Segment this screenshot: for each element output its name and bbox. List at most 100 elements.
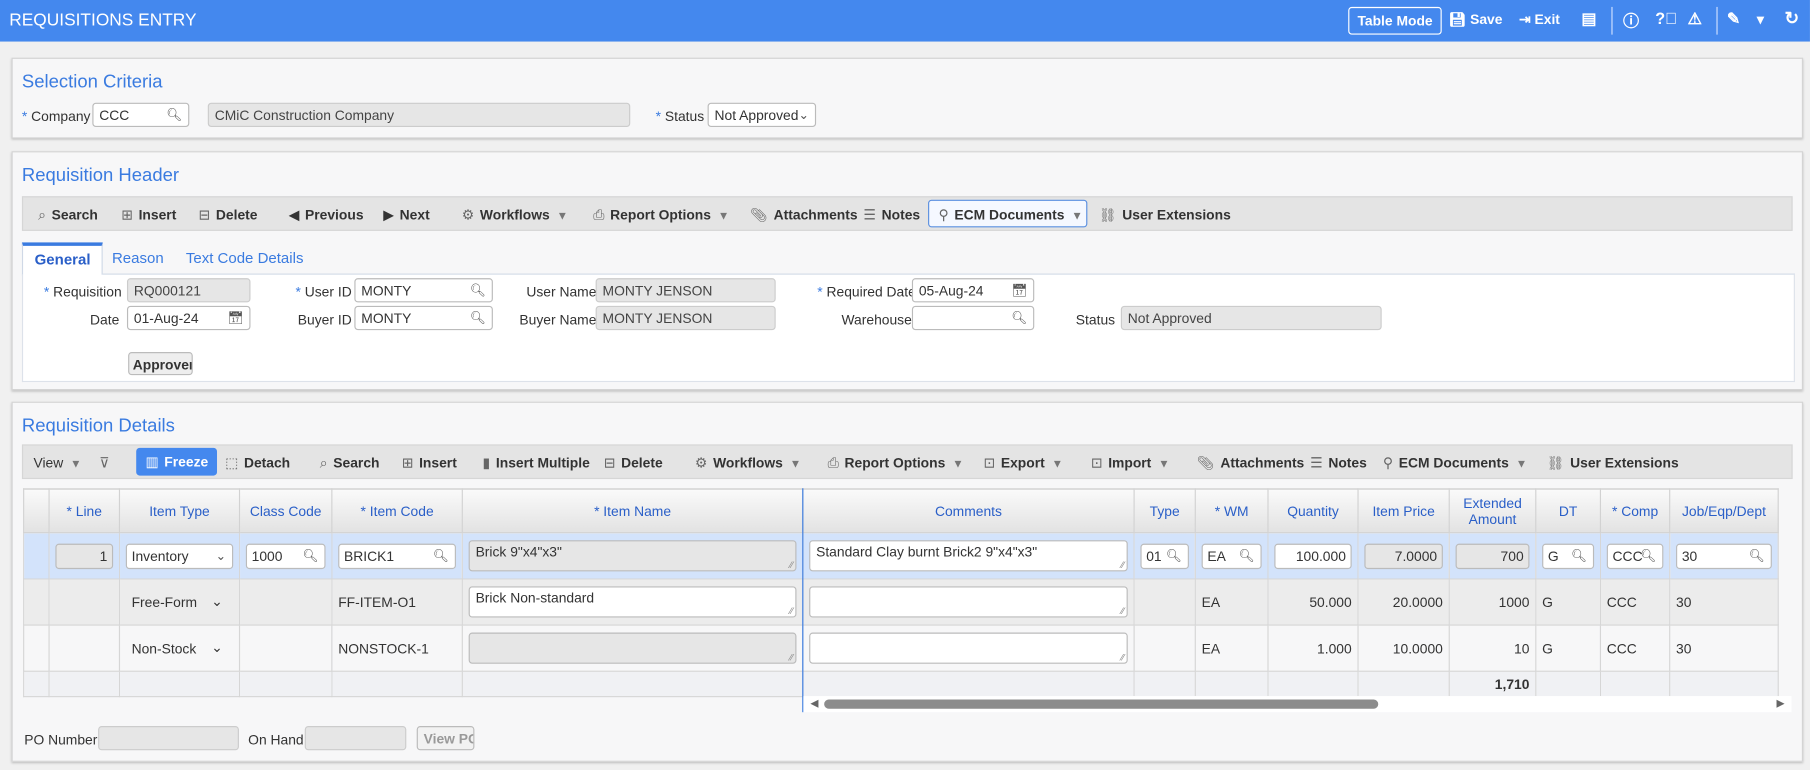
- help-icon[interactable]: ?⃝: [1655, 9, 1677, 27]
- table-row[interactable]: 1 Inventory ⌄ 1000 🔍︎ BRICK1 🔍︎ Brick 9"x4"x3" ⁄…: [23, 532, 1779, 580]
- notes-button[interactable]: ☰ Notes: [863, 207, 920, 223]
- column-header[interactable]: Item Price: [1357, 488, 1450, 534]
- freeze-button[interactable]: ▥ Freeze: [136, 447, 218, 476]
- job-input[interactable]: 30 🔍︎: [1676, 543, 1772, 569]
- extended-cell: 1000: [1498, 593, 1530, 611]
- insert-multiple-button[interactable]: ▮ Insert Multiple: [482, 455, 589, 471]
- insert-button[interactable]: ⊞ Insert: [402, 455, 457, 471]
- line-input: 1: [55, 543, 114, 569]
- item-name-textarea[interactable]: ⁄⁄: [468, 632, 797, 664]
- previous-button[interactable]: ◀ Previous: [289, 207, 364, 223]
- column-header[interactable]: * Item Name: [461, 488, 804, 534]
- horizontal-scrollbar[interactable]: ◀ ▶: [803, 696, 1792, 713]
- tab-general[interactable]: General: [21, 242, 104, 276]
- report-options-button[interactable]: ⎙ Report Options ▼: [828, 455, 964, 472]
- column-header[interactable]: Quantity: [1267, 488, 1359, 534]
- delete-button[interactable]: ⊟ Delete: [604, 455, 663, 471]
- quantity-input[interactable]: 100.000: [1274, 543, 1352, 569]
- item-type-select[interactable]: Free-Form: [126, 594, 197, 610]
- requisition-field: RQ000121: [126, 278, 251, 303]
- column-header[interactable]: Extended Amount: [1448, 488, 1537, 534]
- ecm-documents-button[interactable]: ⚲ ECM Documents ▼: [1383, 455, 1527, 471]
- tab-text-code-details[interactable]: Text Code Details: [174, 242, 315, 274]
- user-id-input[interactable]: MONTY 🔍︎: [354, 278, 493, 303]
- dt-input[interactable]: G 🔍︎: [1542, 543, 1595, 569]
- view-menu[interactable]: View ▼: [33, 455, 81, 471]
- report-options-button[interactable]: ⎙ Report Options ▼: [593, 207, 729, 224]
- job-cell: 30: [1676, 640, 1692, 657]
- detach-button[interactable]: ⬚ Detach: [225, 455, 290, 471]
- search-icon: 🔍︎: [1640, 548, 1657, 563]
- column-header[interactable]: * Item Code: [331, 488, 463, 534]
- export-button[interactable]: ⊡ Export ▼: [983, 455, 1063, 471]
- item-code-input[interactable]: BRICK1 🔍︎: [338, 543, 456, 569]
- comp-input[interactable]: CCC 🔍︎: [1606, 543, 1664, 569]
- search-icon: 🔍︎: [1748, 548, 1765, 563]
- table-row[interactable]: Non-Stock ⌄ NONSTOCK-1 ⁄⁄ ⁄⁄ EA 1.000 10.0000 10…: [23, 624, 1779, 672]
- warehouse-input[interactable]: 🔍︎: [911, 305, 1035, 331]
- table-mode-button[interactable]: Table Mode: [1348, 6, 1442, 35]
- print-icon[interactable]: ▤: [1581, 9, 1596, 29]
- delete-button[interactable]: ⊟ Delete: [199, 207, 258, 223]
- ecm-documents-button[interactable]: ⚲ ECM Documents ▼: [928, 199, 1088, 228]
- workflows-button[interactable]: ⚙ Workflows ▼: [462, 207, 568, 223]
- company-input[interactable]: CCC 🔍︎: [92, 102, 190, 127]
- required-date-input[interactable]: 05-Aug-24 📅︎: [911, 278, 1035, 303]
- user-extensions-button[interactable]: ⛓ User Extensions: [1099, 207, 1231, 223]
- column-header[interactable]: Job/Eqp/Dept: [1669, 488, 1779, 534]
- query-filter-icon[interactable]: ⊽: [99, 455, 115, 471]
- buyer-name-field: MONTY JENSON: [595, 305, 776, 331]
- item-name-textarea[interactable]: Brick 9"x4"x3" ⁄⁄: [468, 540, 797, 572]
- buyer-id-input[interactable]: MONTY 🔍︎: [354, 305, 493, 331]
- class-code-input[interactable]: 1000 🔍︎: [245, 543, 326, 569]
- search-icon: 🔍︎: [1165, 548, 1183, 563]
- approver-button[interactable]: Approver: [128, 352, 193, 376]
- comp-cell: CCC: [1606, 593, 1637, 611]
- notes-button[interactable]: ☰ Notes: [1310, 455, 1367, 471]
- column-header[interactable]: Comments: [802, 488, 1135, 534]
- insert-button[interactable]: ⊞ Insert: [121, 207, 176, 223]
- wm-input[interactable]: EA 🔍︎: [1201, 543, 1262, 569]
- quantity-cell: 1.000: [1317, 640, 1352, 657]
- column-header[interactable]: * Line: [48, 488, 121, 534]
- column-header[interactable]: Type: [1133, 488, 1196, 534]
- company-name-field: CMiC Construction Company: [207, 102, 631, 127]
- attachments-button[interactable]: 📎︎ Attachments: [1197, 455, 1304, 471]
- warning-icon[interactable]: ⚠: [1688, 9, 1703, 29]
- column-header[interactable]: * WM: [1194, 488, 1269, 534]
- attachments-button[interactable]: 📎︎ Attachments: [750, 207, 857, 223]
- import-button[interactable]: ⊡ Import ▼: [1091, 455, 1170, 471]
- tab-reason[interactable]: Reason: [100, 242, 175, 274]
- comments-textarea[interactable]: Standard Clay burnt Brick2 9"x4"x3" ⁄⁄: [809, 540, 1128, 572]
- edit-icon[interactable]: ✎: [1727, 9, 1741, 29]
- column-header[interactable]: Item Type: [118, 488, 241, 534]
- item-type-select[interactable]: Inventory ⌄: [125, 543, 234, 569]
- search-icon: 🔍︎: [469, 311, 486, 326]
- info-icon[interactable]: ⓘ: [1623, 9, 1639, 32]
- item-name-textarea[interactable]: Brick Non-standard ⁄⁄: [468, 586, 797, 618]
- column-header[interactable]: Class Code: [238, 488, 333, 534]
- save-button[interactable]: 💾︎ Save: [1449, 12, 1503, 28]
- column-header[interactable]: DT: [1535, 488, 1602, 534]
- column-header[interactable]: * Comp: [1599, 488, 1671, 534]
- status-field: Not Approved: [1120, 305, 1382, 331]
- item-type-select[interactable]: Non-Stock: [126, 640, 197, 656]
- exit-button[interactable]: ⇥ Exit: [1519, 12, 1560, 28]
- app-title: REQUISITIONS ENTRY: [9, 10, 197, 31]
- dropdown-icon[interactable]: ▾: [1757, 12, 1764, 28]
- next-button[interactable]: ▶ Next: [383, 207, 429, 223]
- status-select[interactable]: Not Approved ⌄: [707, 102, 817, 127]
- workflows-button[interactable]: ⚙ Workflows ▼: [695, 455, 801, 471]
- search-button[interactable]: ⌕ Search: [320, 455, 380, 472]
- date-input[interactable]: 01-Aug-24 📅︎: [126, 305, 251, 331]
- scrollbar-thumb[interactable]: [824, 699, 1379, 709]
- extended-cell: 10: [1514, 640, 1530, 657]
- comments-textarea[interactable]: ⁄⁄: [809, 632, 1128, 664]
- table-row[interactable]: Free-Form ⌄ FF-ITEM-O1 Brick Non-standard ⁄⁄…: [23, 578, 1779, 626]
- type-input[interactable]: 01 🔍︎: [1140, 543, 1189, 569]
- user-extensions-button[interactable]: ⛓ User Extensions: [1547, 455, 1679, 471]
- search-button[interactable]: ⌕ Search: [38, 207, 98, 224]
- view-po-button[interactable]: View PO: [416, 726, 475, 751]
- refresh-icon[interactable]: ↻: [1785, 8, 1800, 29]
- comments-textarea[interactable]: ⁄⁄: [809, 586, 1128, 618]
